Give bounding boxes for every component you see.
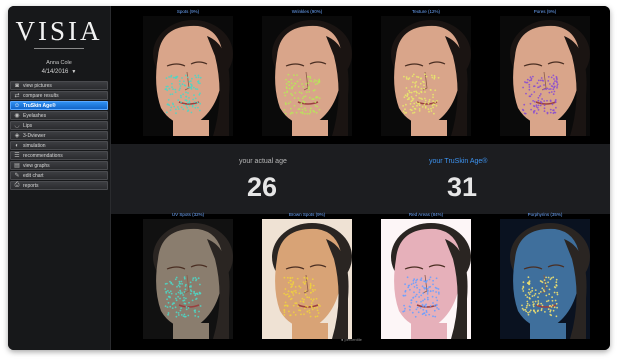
panel-caption: Porphyrins (35%) — [527, 212, 563, 217]
list-icon: ☰ — [14, 153, 20, 159]
sidebar-item-label: view graphs — [23, 162, 50, 169]
chevron-down-icon: ▼ — [71, 69, 77, 75]
face-analysis-image[interactable] — [500, 219, 590, 339]
face-analysis-image[interactable] — [143, 219, 233, 339]
visit-date-value: 4/14/2016 — [41, 69, 69, 75]
printer-icon: ⎙ — [14, 182, 20, 188]
sidebar-item-view-graphs[interactable]: ▤ view graphs — [10, 161, 108, 170]
sidebar-menu: ◙ view pictures ⇄ compare results ☺ TruSkin A… — [10, 81, 108, 191]
sidebar-item-label: simulation — [23, 142, 46, 149]
sidebar-item-lips[interactable]: ◡ Lips — [10, 121, 108, 130]
logo-divider — [34, 48, 84, 49]
app-window: VISIA Anna Cole 4/14/2016 ▼ ◙ view picture… — [8, 6, 610, 350]
panel-caption: Red Areas (84%) — [408, 212, 444, 217]
sidebar-item-label: compare results — [23, 92, 59, 99]
face-analysis-image[interactable] — [262, 16, 352, 136]
face-analysis-image[interactable] — [262, 219, 352, 339]
simulation-icon: ◐ — [15, 142, 19, 149]
face-analysis-image[interactable] — [381, 219, 471, 339]
panel-caption: Texture (12%) — [411, 9, 440, 14]
sidebar-item-label: Eyelashes — [23, 112, 47, 119]
visit-date-select[interactable]: 4/14/2016 ▼ — [8, 69, 110, 75]
panel-caption: Spots (9%) — [176, 9, 200, 14]
sidebar-item-label: edit chart — [23, 172, 44, 179]
sidebar-item-recommendations[interactable]: ☰ recommendations — [10, 151, 108, 160]
sidebar-item-label: Lips — [23, 122, 33, 129]
truskin-age-label: your TruSkin Age® — [429, 158, 488, 165]
sidebar-item-eyelashes[interactable]: ◉ Eyelashes — [10, 111, 108, 120]
panel-caption: Brown Spots (9%) — [288, 212, 326, 217]
face-icon: ☺ — [13, 102, 21, 109]
face-analysis-image[interactable] — [381, 16, 471, 136]
truskin-age-value: 31 — [447, 172, 478, 202]
face-analysis-image[interactable] — [500, 16, 590, 136]
panel-caption: Wrinkles (90%) — [291, 9, 323, 14]
sidebar-item-edit-chart[interactable]: ✎ edit chart — [10, 171, 108, 180]
truskin-age-view: your actual age 26 your TruSkin Age® 31 … — [111, 6, 610, 350]
visia-logo: VISIA — [15, 16, 103, 46]
sidebar-item-3-dviewer[interactable]: ◈ 3-Dviewer — [10, 131, 108, 140]
sidebar-item-truskin-age[interactable]: ☺ TruSkin Age® — [10, 101, 108, 110]
sidebar-item-label: 3-Dviewer — [23, 132, 46, 139]
camera-icon: ◙ — [15, 82, 19, 89]
sidebar-item-simulation[interactable]: ◐ simulation — [10, 141, 108, 150]
patient-name: Anna Cole — [46, 60, 72, 66]
edit-icon: ✎ — [14, 173, 20, 179]
actual-age-label: your actual age — [239, 158, 287, 165]
sidebar-item-label: view pictures — [23, 82, 52, 89]
graph-icon: ▤ — [14, 163, 20, 169]
compare-icon: ⇄ — [14, 93, 20, 99]
face-analysis-image[interactable] — [143, 16, 233, 136]
actual-age-value: 26 — [247, 172, 278, 202]
sidebar-item-compare-results[interactable]: ⇄ compare results — [10, 91, 108, 100]
eye-icon: ◉ — [14, 113, 20, 119]
lips-icon: ◡ — [14, 123, 20, 129]
age-band: your actual age 26 your TruSkin Age® 31 — [111, 144, 610, 214]
sidebar: VISIA Anna Cole 4/14/2016 ▼ ◙ view picture… — [8, 6, 111, 350]
sidebar-item-label: TruSkin Age® — [23, 102, 56, 109]
panel-caption: Pores (9%) — [533, 9, 557, 14]
sidebar-item-reports[interactable]: ⎙ reports — [10, 181, 108, 190]
sidebar-item-label: reports — [23, 182, 39, 189]
sidebar-item-label: recommendations — [23, 152, 63, 159]
sidebar-item-view-pictures[interactable]: ◙ view pictures — [10, 81, 108, 90]
cube-icon: ◈ — [14, 133, 20, 139]
panel-caption: UV Spots (32%) — [171, 212, 205, 217]
